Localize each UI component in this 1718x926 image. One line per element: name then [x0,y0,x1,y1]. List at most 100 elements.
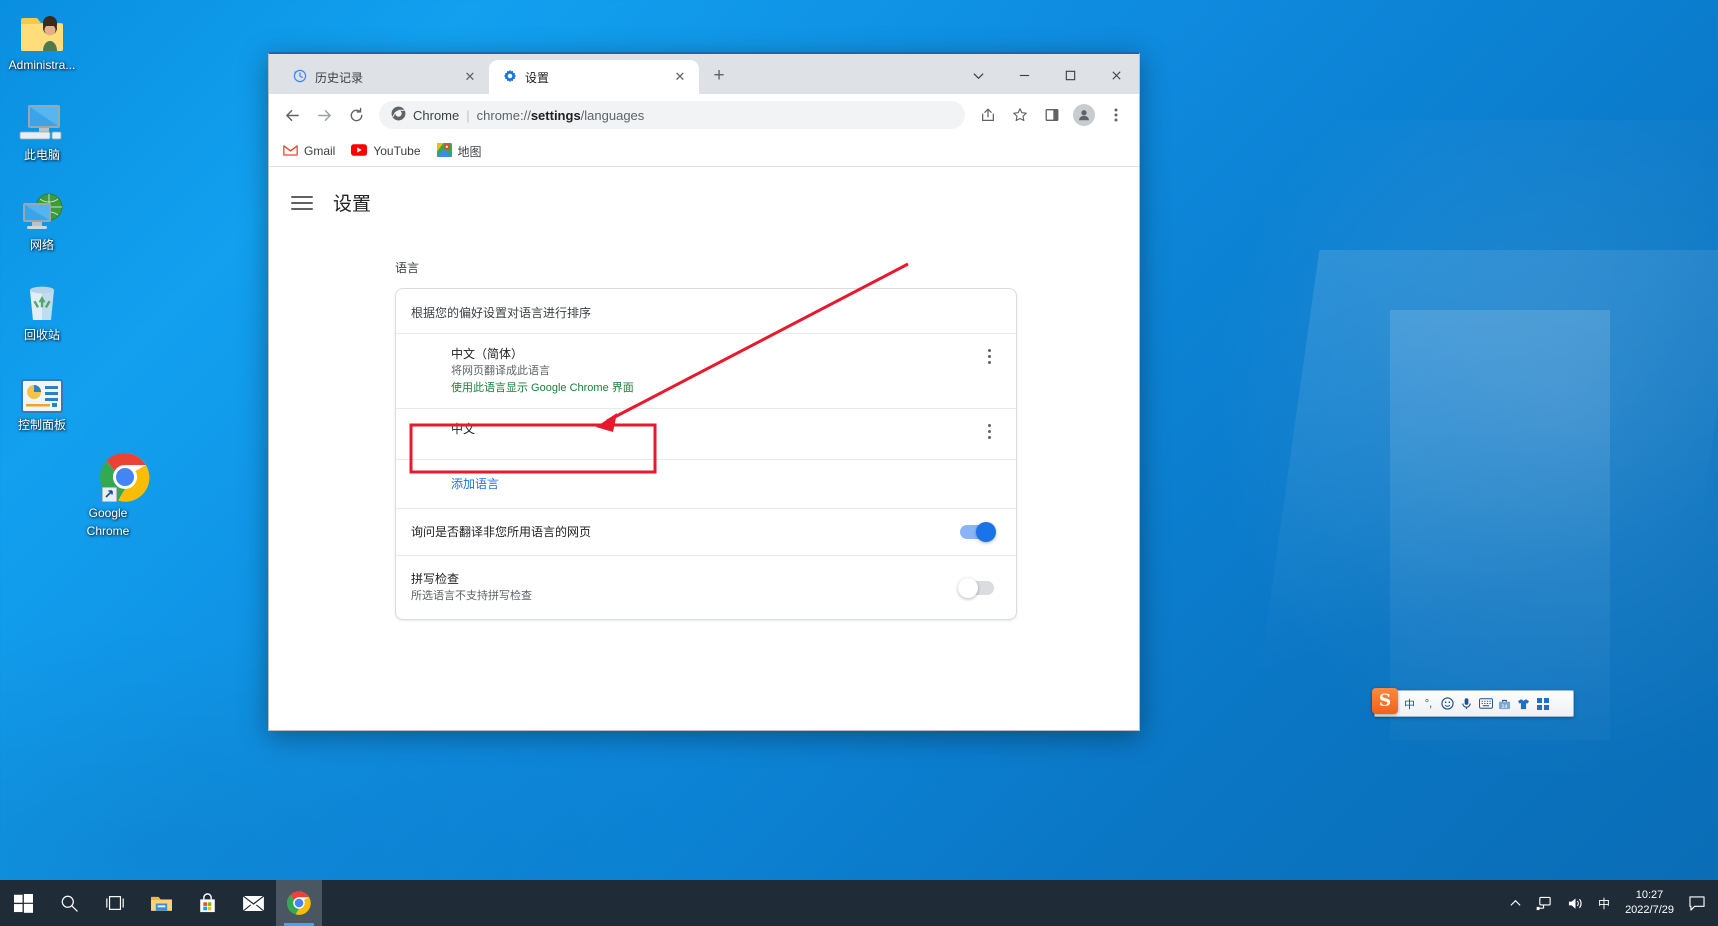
profile-avatar-icon[interactable] [1069,100,1099,130]
language-ui-hint: 使用此语言显示 Google Chrome 界面 [451,382,634,394]
language-row-chinese[interactable]: 中文 [396,408,1016,459]
volume-icon[interactable] [1560,880,1591,926]
bookmark-maps[interactable]: 地图 [436,142,482,160]
desktop-icon-label: 回收站 [23,328,60,342]
ime-punctuation-button[interactable]: °, [1420,694,1437,713]
bookmark-label: YouTube [373,144,421,158]
desktop-icon-label-line2: Chrome [86,524,130,538]
chrome-taskbar-button[interactable] [276,880,322,926]
card-heading: 根据您的偏好设置对语言进行排序 [411,306,592,320]
svg-text:24: 24 [1502,703,1508,709]
mail-button[interactable] [230,880,276,926]
browser-toolbar: Chrome | chrome://settings/languages [269,94,1139,136]
address-bar[interactable]: Chrome | chrome://settings/languages [379,101,965,129]
bookmark-star-icon[interactable] [1005,100,1035,130]
more-options-icon[interactable] [978,420,1000,439]
desktop-icon-this-pc[interactable]: 此电脑 [0,96,88,162]
chrome-browser-window: 历史记录 ✕ 设置 ✕ + Chrome | chrome://settings… [268,52,1140,731]
tab-strip: 历史记录 ✕ 设置 ✕ + [269,54,1139,94]
ime-keyboard-icon[interactable] [1477,694,1494,713]
desktop-icon-administrator[interactable]: Administra... [0,6,88,72]
sogou-ime-toolbar[interactable]: 中 °, 24 [1374,690,1574,717]
bookmark-gmail[interactable]: Gmail [283,144,335,159]
ime-emoji-icon[interactable] [1439,694,1456,713]
spellcheck-title: 拼写检查 [411,572,460,586]
forward-arrow-icon[interactable] [309,100,339,130]
tab-label: 设置 [525,70,550,85]
omnibox-url: chrome://settings/languages [477,108,645,123]
search-button[interactable] [46,880,92,926]
maximize-icon[interactable] [1047,56,1093,94]
chevron-up-icon[interactable] [1502,880,1529,926]
ime-indicator[interactable]: 中 [1591,880,1617,926]
taskbar-clock[interactable]: 10:27 2022/7/29 [1617,880,1682,926]
task-view-button[interactable] [92,880,138,926]
settings-page: 设置 语言 根据您的偏好设置对语言进行排序 中文（简体） 将网页翻译成此语言 使… [269,167,1139,730]
chrome-menu-icon[interactable] [1101,100,1131,130]
bookmark-youtube[interactable]: YouTube [351,143,421,159]
language-name: 中文 [451,422,476,436]
gear-icon [503,69,517,86]
side-panel-icon[interactable] [1037,100,1067,130]
wallpaper-panel-1 [1240,250,1718,810]
ime-mode-button[interactable]: 中 [1401,694,1418,713]
desktop-icon-google-chrome[interactable]: Google Chrome [62,448,154,538]
recycle-bin-icon [0,276,88,324]
ime-menu-icon[interactable] [1534,694,1551,713]
hamburger-menu-icon[interactable] [291,195,313,210]
more-options-icon[interactable] [978,345,1000,364]
desktop-icon-network[interactable]: 网络 [0,186,88,252]
settings-header: 设置 [269,167,1139,216]
ime-toolbox-icon[interactable]: 24 [1496,694,1513,713]
maps-icon [436,142,452,160]
window-controls [955,56,1139,94]
share-icon[interactable] [973,100,1003,130]
close-icon[interactable] [1093,56,1139,94]
system-tray: 中 10:27 2022/7/29 [1502,880,1718,926]
tab-search-icon[interactable] [955,56,1001,94]
add-language-row[interactable]: 添加语言 [396,459,1016,508]
minimize-icon[interactable] [1001,56,1047,94]
translate-preference-title: 询问是否翻译非您所用语言的网页 [411,525,592,539]
add-language-link[interactable]: 添加语言 [451,477,499,491]
clock-date: 2022/7/29 [1625,904,1674,916]
desktop-icon-recycle-bin[interactable]: 回收站 [0,276,88,342]
start-button[interactable] [0,880,46,926]
notification-icon[interactable] [1682,880,1712,926]
tab-history[interactable]: 历史记录 ✕ [279,60,489,94]
tab-close-icon[interactable]: ✕ [671,68,689,86]
url-bold: settings [530,107,581,123]
bookmark-label: 地图 [457,144,482,159]
network-icon [0,186,88,234]
youtube-icon [351,143,368,159]
desktop-icon-control-panel[interactable]: 控制面板 [0,366,88,432]
tab-settings[interactable]: 设置 ✕ [489,60,699,94]
ime-skin-icon[interactable] [1515,694,1532,713]
spellcheck-toggle[interactable] [958,577,994,598]
file-explorer-button[interactable] [138,880,184,926]
this-pc-icon [0,96,88,144]
translate-preference-row: 询问是否翻译非您所用语言的网页 [396,508,1016,555]
reload-icon[interactable] [341,100,371,130]
spellcheck-subtitle: 所选语言不支持拼写检查 [411,590,532,602]
language-row-chinese-simplified[interactable]: 中文（简体） 将网页翻译成此语言 使用此语言显示 Google Chrome 界… [396,333,1016,408]
translate-preference-toggle[interactable] [960,522,996,542]
new-tab-button[interactable]: + [705,62,733,90]
history-icon [293,69,307,86]
tab-close-icon[interactable]: ✕ [461,68,479,86]
back-arrow-icon[interactable] [277,100,307,130]
microsoft-store-button[interactable] [184,880,230,926]
sogou-logo-icon[interactable]: S [1372,688,1398,714]
page-title: 设置 [333,194,372,215]
network-icon[interactable] [1529,880,1560,926]
url-suffix: /languages [580,107,645,123]
section-label-language: 语言 [395,261,420,275]
administrator-folder-icon [0,6,88,54]
tab-label: 历史记录 [315,70,364,85]
spellcheck-row: 拼写检查 所选语言不支持拼写检查 [396,555,1016,619]
ime-voice-icon[interactable] [1458,694,1475,713]
chrome-icon [62,448,154,502]
omnibox-separator: | [466,107,470,123]
desktop-icon-label: 此电脑 [23,148,60,162]
chrome-product-icon [391,106,406,124]
